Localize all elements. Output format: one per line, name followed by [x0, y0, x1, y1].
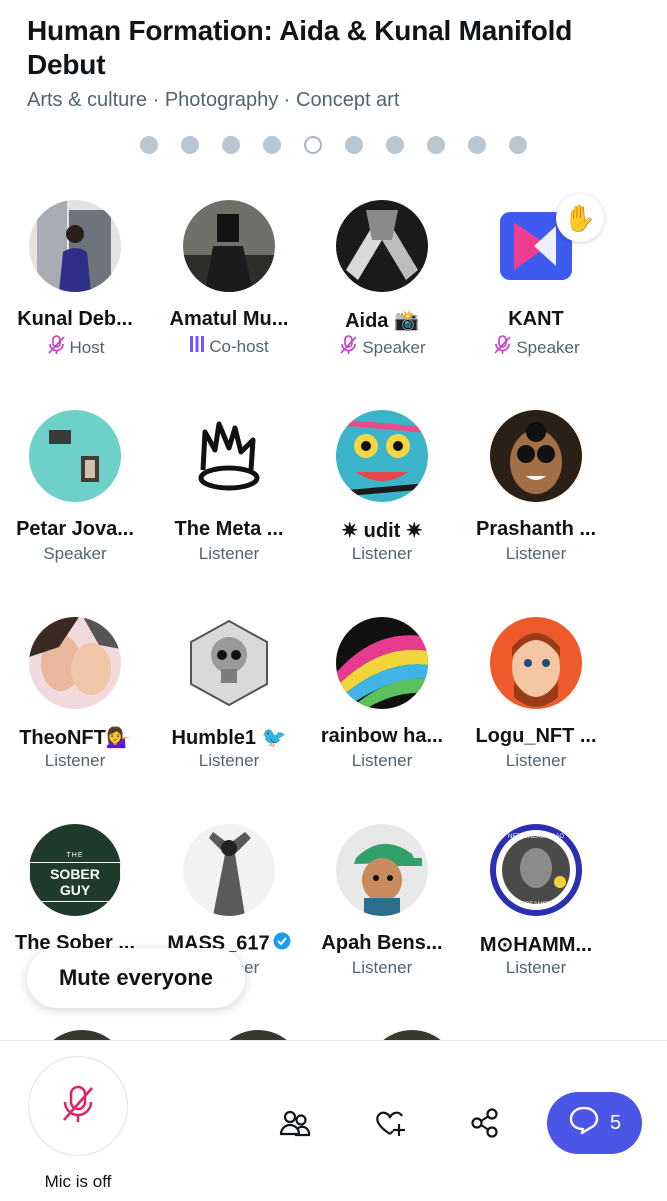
chat-bubble-icon [568, 1105, 600, 1141]
participant-name: rainbow ha... [320, 725, 444, 747]
avatar[interactable] [29, 410, 121, 502]
bottom-bar: Mic is off 5 [0, 1040, 667, 1201]
avatar[interactable] [336, 410, 428, 502]
participant-role-label: Host [69, 337, 105, 357]
avatar[interactable] [212, 1030, 304, 1040]
verified-badge-icon [273, 932, 291, 956]
avatar-badge-text: NFTYDREAMS DAO [507, 834, 564, 840]
participant-role: Listener [154, 751, 304, 771]
mute-everyone-button[interactable]: Mute everyone [27, 948, 245, 1008]
participant-role-label: Listener [351, 958, 413, 977]
participant-name: M⊙HAMM... [479, 934, 593, 956]
mic-muted-icon [492, 334, 512, 361]
participant-role-label: Listener [351, 751, 413, 770]
participant-role-label: Listener [198, 544, 260, 563]
people-icon[interactable] [277, 1105, 313, 1141]
avatar[interactable]: NFTYDREAMS DAO DREAMER [490, 824, 582, 916]
mic-muted-icon [338, 334, 358, 361]
participant-role: Speaker [461, 334, 611, 361]
avatar[interactable] [336, 200, 428, 292]
chat-button[interactable]: 5 [547, 1092, 642, 1154]
avatar[interactable] [36, 1030, 128, 1040]
react-heart-icon[interactable] [372, 1105, 408, 1141]
participant-role: Speaker [307, 334, 457, 361]
raised-hand-icon: ✋ [556, 194, 604, 242]
participant-name: Kunal Deb... [17, 308, 133, 330]
avatar[interactable] [183, 617, 275, 709]
participant-role: Co-host [154, 334, 304, 359]
avatar[interactable]: THE SOBER GUY [29, 824, 121, 916]
participant-role: Listener [461, 544, 611, 564]
avatar[interactable] [183, 824, 275, 916]
mic-status-label: Mic is off [44, 1172, 112, 1191]
participant-role: Listener [0, 751, 150, 771]
participant-name: Aida 📸 [345, 310, 419, 332]
participant-role-label: Speaker [362, 337, 426, 357]
avatar-badge-small: DREAMER [520, 902, 551, 908]
participant-name: Logu_NFT ... [475, 725, 597, 747]
share-icon[interactable] [467, 1105, 503, 1141]
speaking-bars-icon [189, 334, 205, 359]
avatar[interactable] [183, 200, 275, 292]
chat-count: 5 [609, 1111, 622, 1134]
participant-role-label: Listener [505, 544, 567, 563]
participant-role: Host [0, 334, 150, 361]
participant-name: TheoNFT💁‍♀️ [19, 727, 131, 749]
participant-name: Amatul Mu... [169, 308, 289, 330]
participant-role: Listener [461, 958, 611, 978]
avatar[interactable] [29, 617, 121, 709]
participant-role-label: Speaker [516, 337, 580, 357]
participant-role: Listener [307, 751, 457, 771]
participant-name: ✷ udit ✷ [341, 520, 423, 542]
participant-name: Petar Jova... [16, 518, 134, 540]
participant-role-label: Listener [505, 751, 567, 770]
participant-role: Listener [461, 751, 611, 771]
avatar-small-text: THE [66, 852, 84, 859]
participant-grid: Kunal Deb... Host Amatul Mu... Co-host Aida … [0, 0, 667, 1040]
participant-role-label: Listener [351, 544, 413, 563]
avatar[interactable] [336, 617, 428, 709]
participant-role-label: Speaker [43, 544, 107, 563]
participant-name: Humble1 🐦 [171, 727, 287, 749]
avatar[interactable] [183, 410, 275, 502]
participant-name: Apah Bens... [321, 932, 443, 954]
participant-role: Listener [154, 544, 304, 564]
mic-muted-icon [46, 334, 66, 361]
participant-role: Speaker [0, 544, 150, 564]
avatar[interactable] [490, 410, 582, 502]
participant-role: Listener [307, 544, 457, 564]
avatar[interactable] [366, 1030, 458, 1040]
participant-role-label: Listener [44, 751, 106, 770]
participant-name: The Meta ... [174, 518, 284, 540]
participant-role-label: Co-host [209, 336, 269, 356]
avatar-logo-text: SOBER GUY [29, 862, 121, 902]
participant-name: Prashanth ... [475, 518, 597, 540]
avatar[interactable] [336, 824, 428, 916]
avatar[interactable] [29, 200, 121, 292]
avatar[interactable] [490, 617, 582, 709]
mic-off-icon [58, 1082, 98, 1131]
participant-role-label: Listener [505, 958, 567, 977]
participant-role: Listener [307, 958, 457, 978]
participant-role-label: Listener [198, 751, 260, 770]
participant-name: KANT [508, 308, 564, 330]
mic-toggle-button[interactable] [28, 1056, 128, 1156]
